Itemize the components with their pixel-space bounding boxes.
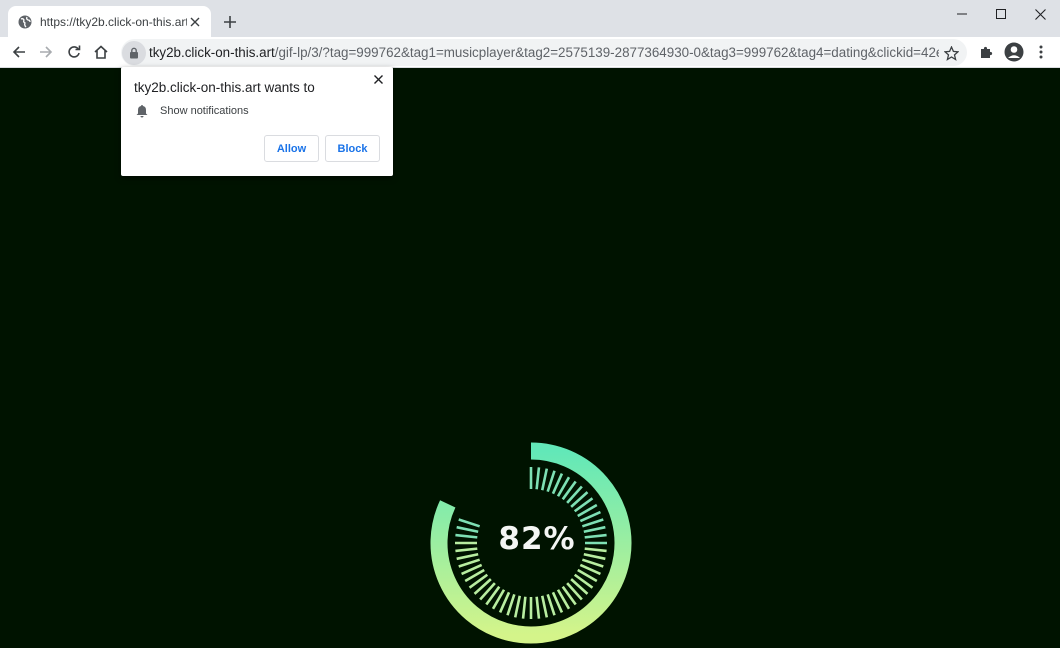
- progress-tick: [546, 470, 556, 493]
- globe-icon: [18, 15, 32, 29]
- progress-tick: [506, 593, 516, 616]
- puzzle-icon[interactable]: [974, 40, 998, 64]
- url-path: /gif-lp/3/?tag=999762&tag1=musicplayer&t…: [274, 45, 939, 60]
- home-icon[interactable]: [89, 40, 113, 64]
- browser-tab[interactable]: https://tky2b.click-on-this.art/gif-lp/3…: [8, 6, 211, 37]
- progress-tick: [535, 596, 541, 619]
- close-window-icon[interactable]: [1020, 0, 1060, 28]
- progress-tick: [581, 558, 604, 568]
- permission-row: Show notifications: [135, 104, 249, 118]
- star-icon[interactable]: [939, 41, 963, 65]
- toolbar: tky2b.click-on-this.art/gif-lp/3/?tag=99…: [0, 37, 1060, 68]
- progress-ring: 82%: [421, 433, 641, 648]
- close-icon[interactable]: [187, 14, 203, 30]
- lock-icon[interactable]: [122, 40, 146, 65]
- progress-tick: [458, 558, 481, 568]
- url-text[interactable]: tky2b.click-on-this.art/gif-lp/3/?tag=99…: [149, 45, 939, 60]
- permission-label: Show notifications: [160, 105, 249, 117]
- progress-tick: [535, 467, 541, 490]
- address-bar[interactable]: tky2b.click-on-this.art/gif-lp/3/?tag=99…: [121, 39, 967, 66]
- tab-strip: https://tky2b.click-on-this.art/gif-lp/3…: [0, 0, 1060, 37]
- progress-percent: 82%: [498, 521, 576, 557]
- progress-tick: [540, 595, 549, 618]
- tab-title: https://tky2b.click-on-this.art/gif-lp/3…: [40, 14, 187, 29]
- forward-arrow-icon[interactable]: [34, 40, 58, 64]
- profile-icon[interactable]: [1002, 40, 1026, 64]
- progress-tick: [513, 595, 522, 618]
- bell-icon: [135, 104, 149, 118]
- maximize-icon[interactable]: [981, 0, 1021, 28]
- url-host: tky2b.click-on-this.art: [149, 45, 275, 60]
- allow-button[interactable]: Allow: [264, 135, 319, 162]
- notification-permission-prompt: tky2b.click-on-this.art wants to Show no…: [121, 67, 393, 176]
- reload-icon[interactable]: [62, 40, 86, 64]
- progress-tick: [521, 596, 527, 619]
- block-button[interactable]: Block: [325, 135, 380, 162]
- back-arrow-icon[interactable]: [7, 40, 31, 64]
- prompt-title: tky2b.click-on-this.art wants to: [134, 80, 315, 95]
- progress-tick: [540, 468, 549, 491]
- more-vert-icon[interactable]: [1029, 40, 1053, 64]
- plus-icon[interactable]: [220, 12, 240, 32]
- progress-tick: [546, 593, 556, 616]
- minimize-icon[interactable]: [942, 0, 982, 28]
- close-icon[interactable]: [371, 72, 385, 86]
